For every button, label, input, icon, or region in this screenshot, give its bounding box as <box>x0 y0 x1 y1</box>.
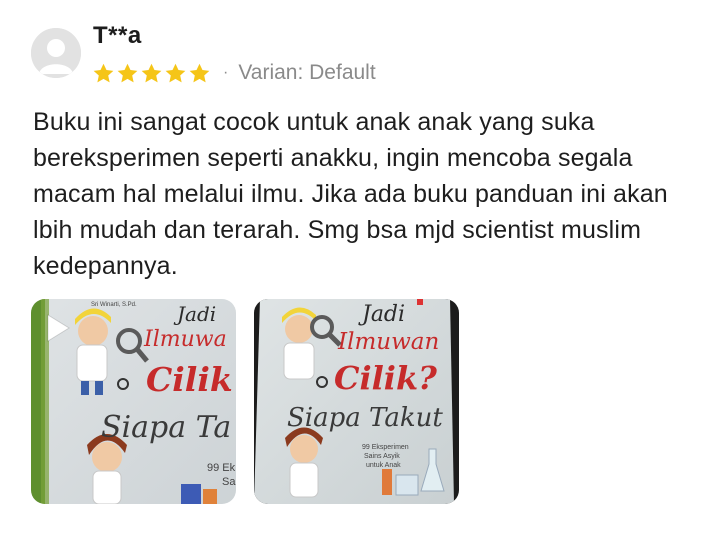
cover-title-line2: Ilmuwa <box>143 327 227 352</box>
meta-separator: · <box>223 64 229 81</box>
review-photo-thumbnail[interactable]: Jadi Ilmuwan Cilik? Siapa Takut 99 Ekspe… <box>254 299 459 504</box>
cover-title-line3: Cilik? <box>334 359 437 397</box>
cover-title-line4: Siapa Ta <box>101 410 231 445</box>
cover-subtitle-line2: Sa <box>222 476 236 488</box>
cover-subtitle-line2: Sains Asyik <box>364 453 400 460</box>
cover-title-line3: Cilik <box>146 360 233 399</box>
star-icon <box>92 62 115 85</box>
cover-title-line4: Siapa Takut <box>287 403 443 433</box>
cover-author-text: Sri Winarti, S.Pd. <box>91 302 137 308</box>
avatar[interactable] <box>31 28 81 78</box>
star-icon <box>188 62 211 85</box>
cover-title-line1: Jadi <box>358 302 405 327</box>
cover-subtitle-line3: untuk Anak <box>366 462 401 469</box>
user-placeholder-icon <box>31 28 81 78</box>
star-icon <box>140 62 163 85</box>
cover-subtitle-line1: 99 Eksperimen <box>362 444 409 451</box>
reviewer-name: T**a <box>93 22 142 49</box>
review-card: T**a · Varian: Default Buku ini sangat c… <box>0 0 720 534</box>
cover-title-line2: Ilmuwan <box>337 329 439 355</box>
cover-subtitle-line1: 99 Ek <box>207 462 236 474</box>
review-video-thumbnail[interactable]: Sri Winarti, S.Pd. Jadi Ilmuwa Cilik Sia… <box>31 299 236 504</box>
review-meta: · Varian: Default <box>92 59 376 87</box>
star-rating <box>92 62 211 85</box>
book-cover-photo: Jadi Ilmuwan Cilik? Siapa Takut 99 Ekspe… <box>254 299 459 504</box>
play-icon[interactable] <box>45 313 71 343</box>
star-icon <box>116 62 139 85</box>
variant-label: Varian: Default <box>238 61 376 84</box>
star-icon <box>164 62 187 85</box>
cover-title-line1: Jadi <box>173 302 216 326</box>
review-text: Buku ini sangat cocok untuk anak anak ya… <box>33 108 668 280</box>
